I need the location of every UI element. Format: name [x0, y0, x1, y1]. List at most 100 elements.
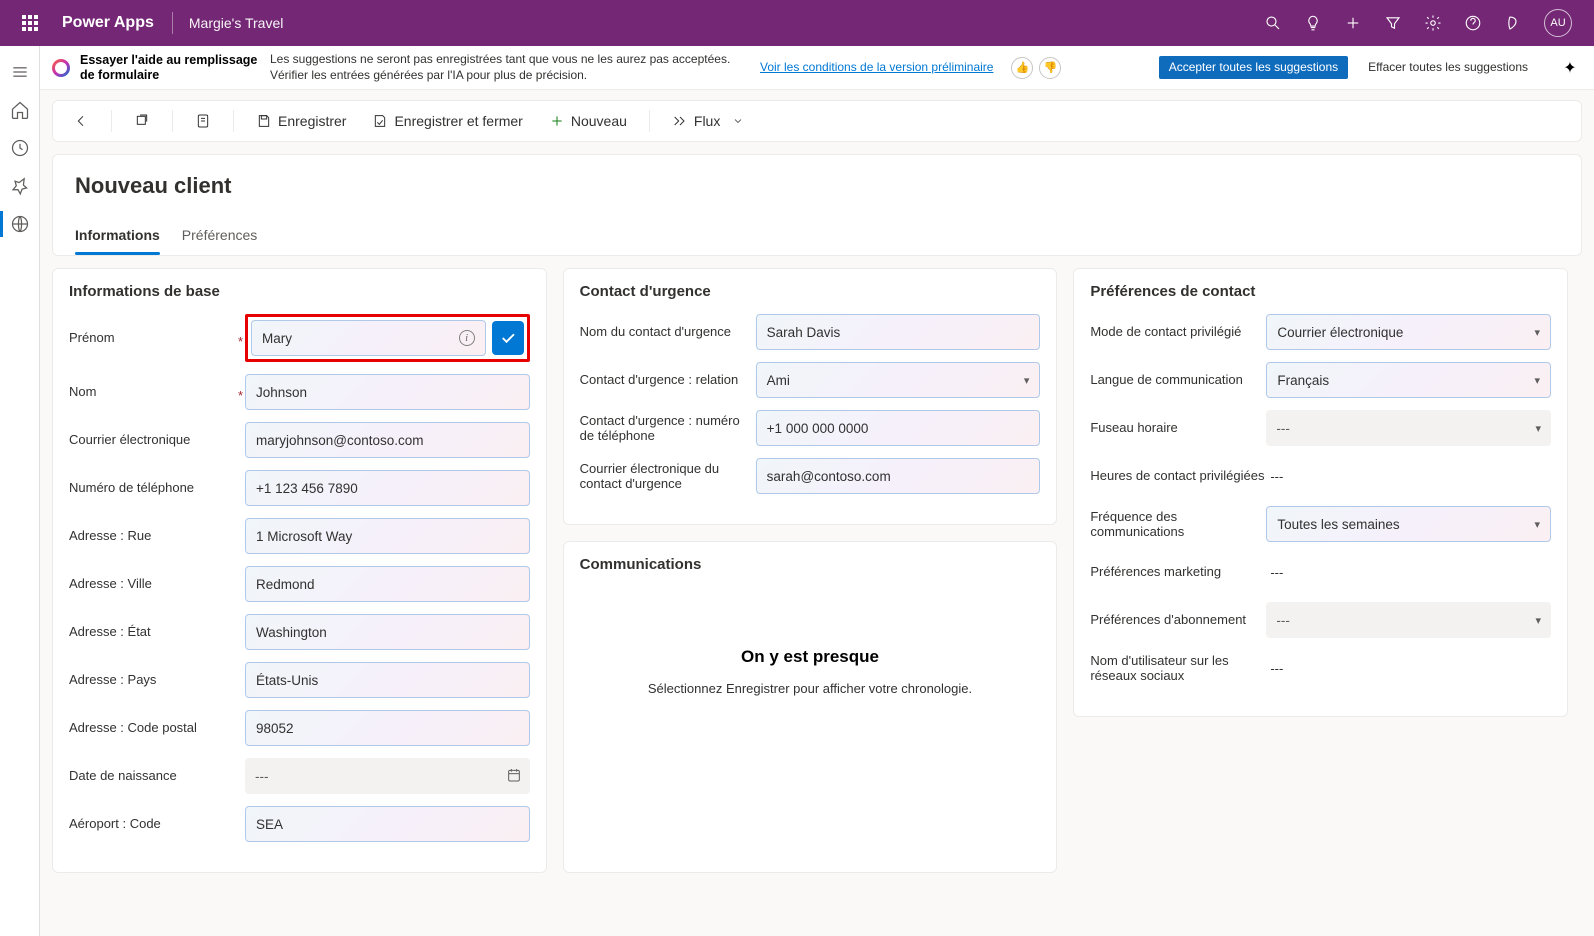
- home-icon[interactable]: [10, 100, 30, 120]
- sub-label: Préférences d'abonnement: [1090, 612, 1266, 628]
- email-input[interactable]: maryjohnson@contoso.com: [245, 422, 530, 458]
- mkt-value: ---: [1266, 565, 1283, 580]
- new-button[interactable]: Nouveau: [543, 109, 633, 133]
- divider: [172, 12, 173, 34]
- communications-card: Communications On y est presque Sélectio…: [563, 541, 1058, 873]
- ec-email-input[interactable]: sarah@contoso.com: [756, 458, 1041, 494]
- zip-input[interactable]: 98052: [245, 710, 530, 746]
- tz-input[interactable]: ---▾: [1266, 410, 1551, 446]
- avatar[interactable]: AU: [1544, 9, 1572, 37]
- copilot-launcher-icon[interactable]: ✦: [1558, 56, 1582, 80]
- globe-icon[interactable]: [10, 214, 30, 234]
- chevron-down-icon: ▾: [1534, 326, 1540, 339]
- ec-rel-input[interactable]: Ami▾: [756, 362, 1041, 398]
- command-bar: Enregistrer Enregistrer et fermer Nouvea…: [52, 100, 1582, 142]
- save-button[interactable]: Enregistrer: [250, 109, 352, 133]
- search-icon[interactable]: [1264, 14, 1282, 32]
- mode-input[interactable]: Courrier électronique▾: [1266, 314, 1551, 350]
- ec-phone-input[interactable]: +1 000 000 0000: [756, 410, 1041, 446]
- ec-phone-label: Contact d'urgence : numéro de téléphone: [580, 413, 756, 444]
- page-title: Nouveau client: [75, 173, 1559, 199]
- banner-title: Essayer l'aide au remplissage de formula…: [80, 53, 260, 83]
- firstname-highlight: Mary i: [245, 314, 530, 362]
- gear-icon[interactable]: [1424, 14, 1442, 32]
- lastname-input[interactable]: Johnson: [245, 374, 530, 410]
- save-close-button[interactable]: Enregistrer et fermer: [366, 109, 528, 133]
- left-rail: [0, 46, 40, 936]
- freq-input[interactable]: Toutes les semaines▾: [1266, 506, 1551, 542]
- city-input[interactable]: Redmond: [245, 566, 530, 602]
- lastname-label: Nom: [69, 384, 245, 400]
- copilot-badge-icon: [52, 59, 70, 77]
- card-title: Communications: [580, 556, 1041, 573]
- firstname-input[interactable]: Mary i: [251, 320, 486, 356]
- accept-suggestion-button[interactable]: [492, 321, 524, 355]
- street-input[interactable]: 1 Microsoft Way: [245, 518, 530, 554]
- airport-label: Aéroport : Code: [69, 816, 245, 832]
- hours-label: Heures de contact privilégiées: [1090, 468, 1266, 484]
- plus-icon[interactable]: [1344, 14, 1362, 32]
- card-title: Contact d'urgence: [580, 283, 1041, 300]
- tab-preferences[interactable]: Préférences: [182, 227, 257, 255]
- task-button[interactable]: [189, 109, 217, 133]
- accept-all-button[interactable]: Accepter toutes les suggestions: [1159, 56, 1348, 80]
- page-header: Nouveau client Informations Préférences: [52, 154, 1582, 256]
- airport-input[interactable]: SEA: [245, 806, 530, 842]
- phone-input[interactable]: +1 123 456 7890: [245, 470, 530, 506]
- ec-email-label: Courrier électronique du contact d'urgen…: [580, 461, 756, 492]
- email-label: Courrier électronique: [69, 432, 245, 448]
- app-launcher-icon[interactable]: [10, 15, 50, 31]
- copilot-icon[interactable]: [1504, 14, 1522, 32]
- dob-label: Date de naissance: [69, 768, 245, 784]
- calendar-icon[interactable]: [506, 767, 522, 786]
- banner-text: Les suggestions ne seront pas enregistré…: [270, 52, 750, 83]
- card-title: Informations de base: [69, 283, 530, 300]
- lang-input[interactable]: Français▾: [1266, 362, 1551, 398]
- phone-label: Numéro de téléphone: [69, 480, 245, 496]
- help-icon[interactable]: [1464, 14, 1482, 32]
- country-label: Adresse : Pays: [69, 672, 245, 688]
- basic-info-card: Informations de base Prénom Mary i: [52, 268, 547, 873]
- zip-label: Adresse : Code postal: [69, 720, 245, 736]
- menu-icon[interactable]: [10, 62, 30, 82]
- flow-button[interactable]: Flux: [666, 109, 750, 133]
- recent-icon[interactable]: [10, 138, 30, 158]
- dob-input[interactable]: ---: [245, 758, 530, 794]
- preview-terms-link[interactable]: Voir les conditions de la version prélim…: [760, 60, 993, 74]
- clear-all-button[interactable]: Effacer toutes les suggestions: [1358, 56, 1538, 80]
- hours-value: ---: [1266, 469, 1283, 484]
- app-name: Power Apps: [50, 14, 166, 32]
- environment-name: Margie's Travel: [179, 15, 283, 31]
- street-label: Adresse : Rue: [69, 528, 245, 544]
- chevron-down-icon: ▾: [1534, 518, 1540, 531]
- sub-input[interactable]: ---▾: [1266, 602, 1551, 638]
- ec-name-label: Nom du contact d'urgence: [580, 324, 756, 340]
- mode-label: Mode de contact privilégié: [1090, 324, 1266, 340]
- thumbs-up-icon[interactable]: 👍: [1011, 57, 1033, 79]
- ec-name-input[interactable]: Sarah Davis: [756, 314, 1041, 350]
- ai-banner: Essayer l'aide au remplissage de formula…: [40, 46, 1594, 90]
- info-icon[interactable]: i: [459, 330, 475, 346]
- ec-rel-label: Contact d'urgence : relation: [580, 372, 756, 388]
- card-title: Préférences de contact: [1090, 283, 1551, 300]
- firstname-label: Prénom: [69, 330, 245, 346]
- freq-label: Fréquence des communications: [1090, 509, 1266, 540]
- pin-icon[interactable]: [10, 176, 30, 196]
- empty-subtitle: Sélectionnez Enregistrer pour afficher v…: [590, 681, 1031, 696]
- lightbulb-icon[interactable]: [1304, 14, 1322, 32]
- open-new-window-button[interactable]: [128, 109, 156, 133]
- filter-icon[interactable]: [1384, 14, 1402, 32]
- emergency-contact-card: Contact d'urgence Nom du contact d'urgen…: [563, 268, 1058, 525]
- chevron-down-icon: ▾: [1024, 374, 1030, 387]
- thumbs-down-icon[interactable]: 👎: [1039, 57, 1061, 79]
- contact-pref-card: Préférences de contact Mode de contact p…: [1073, 268, 1568, 717]
- city-label: Adresse : Ville: [69, 576, 245, 592]
- social-value: ---: [1266, 661, 1283, 676]
- tz-label: Fuseau horaire: [1090, 420, 1266, 436]
- chevron-down-icon: ▾: [1534, 374, 1540, 387]
- country-input[interactable]: États-Unis: [245, 662, 530, 698]
- back-button[interactable]: [67, 109, 95, 133]
- tab-informations[interactable]: Informations: [75, 227, 160, 255]
- state-input[interactable]: Washington: [245, 614, 530, 650]
- empty-title: On y est presque: [590, 647, 1031, 667]
